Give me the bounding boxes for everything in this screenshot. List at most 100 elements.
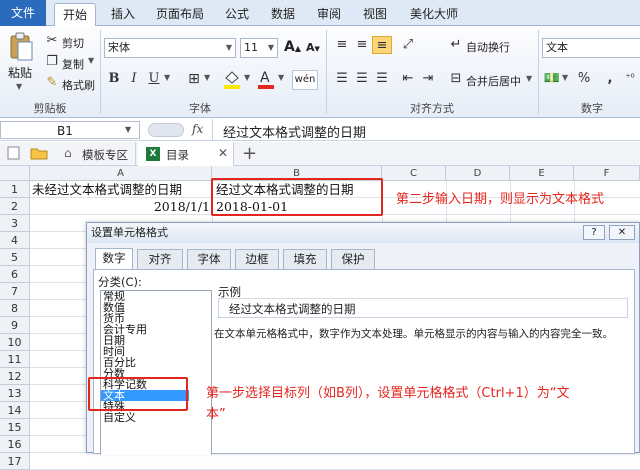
tab-beautify[interactable]: 美化大师 <box>402 3 466 26</box>
font-name-select[interactable]: 宋体 ▼ <box>104 38 236 58</box>
dialog-title-bar[interactable]: 设置单元格格式 <box>87 223 639 243</box>
align-left-icon[interactable]: ☰ <box>332 70 352 88</box>
tab-review[interactable]: 审阅 <box>310 3 348 26</box>
tab-template-zone[interactable]: ⌂ 模板专区 <box>56 142 136 166</box>
italic-button[interactable]: I <box>124 70 144 88</box>
merge-center-button[interactable]: 合并后居中 <box>466 73 521 89</box>
align-right-icon[interactable]: ☰ <box>372 70 392 88</box>
help-button[interactable]: ? <box>583 225 605 240</box>
currency-icon[interactable]: 💵 <box>542 70 562 88</box>
category-item[interactable]: 日期 <box>101 335 189 346</box>
percent-button[interactable]: % <box>574 70 594 88</box>
tab-view[interactable]: 视图 <box>356 3 394 26</box>
name-box[interactable]: B1 ▼ <box>0 121 140 139</box>
category-item[interactable]: 货币 <box>101 313 189 324</box>
dialog-tab-number[interactable]: 数字 <box>95 248 133 269</box>
phonetic-button[interactable]: wén <box>292 70 318 90</box>
row-header[interactable]: 2 <box>0 198 30 215</box>
tab-workbook[interactable]: X 目录 ✕ <box>138 142 234 166</box>
increase-indent-icon[interactable]: ⇥ <box>418 70 438 88</box>
cell-a1[interactable]: 未经过文本格式调整的日期 <box>32 181 182 198</box>
cut-icon[interactable]: ✂ <box>42 32 62 50</box>
cell-a2[interactable]: 2018/1/1 <box>32 198 210 215</box>
row-header[interactable]: 10 <box>0 334 30 351</box>
close-icon[interactable]: ✕ <box>218 146 228 160</box>
copy-dropdown-icon[interactable]: ▼ <box>88 56 94 65</box>
border-icon[interactable]: ⊞ <box>184 70 204 88</box>
paste-button[interactable]: 粘贴 <box>8 64 32 81</box>
category-item[interactable]: 时间 <box>101 346 189 357</box>
font-size-select[interactable]: 11 ▼ <box>240 38 278 58</box>
row-header[interactable]: 17 <box>0 453 30 470</box>
align-middle-icon[interactable]: ≡ <box>352 36 372 54</box>
category-item[interactable]: 数值 <box>101 302 189 313</box>
tab-page-layout[interactable]: 页面布局 <box>148 3 212 26</box>
format-painter-button[interactable]: 格式刷 <box>62 77 95 93</box>
row-header[interactable]: 11 <box>0 351 30 368</box>
select-all-corner[interactable] <box>0 166 30 181</box>
tab-formulas[interactable]: 公式 <box>218 3 256 26</box>
row-header[interactable]: 14 <box>0 402 30 419</box>
row-header[interactable]: 13 <box>0 385 30 402</box>
increase-decimal-icon[interactable]: ⁺⁰ <box>620 70 640 88</box>
grow-font-button[interactable]: A▲ <box>284 39 301 55</box>
category-list[interactable]: 常规 数值 货币 会计专用 日期 时间 百分比 分数 科学记数 文本 特殊 自定义 <box>100 290 212 455</box>
row-header[interactable]: 16 <box>0 436 30 453</box>
column-header-a[interactable]: A <box>30 166 212 181</box>
font-color-icon[interactable]: A <box>256 68 276 90</box>
paste-dropdown-icon[interactable]: ▼ <box>16 82 22 91</box>
column-header-c[interactable]: C <box>382 166 446 181</box>
category-item[interactable]: 自定义 <box>101 412 189 423</box>
tab-home[interactable]: 开始 <box>54 3 96 26</box>
currency-dropdown-icon[interactable]: ▼ <box>562 73 568 82</box>
close-button[interactable]: ✕ <box>609 225 635 240</box>
border-dropdown-icon[interactable]: ▼ <box>204 73 210 82</box>
decrease-indent-icon[interactable]: ⇤ <box>398 70 418 88</box>
align-center-icon[interactable]: ☰ <box>352 70 372 88</box>
row-header[interactable]: 9 <box>0 317 30 334</box>
number-format-select[interactable]: 文本 <box>542 38 640 58</box>
category-item[interactable]: 会计专用 <box>101 324 189 335</box>
cut-button[interactable]: 剪切 <box>62 35 84 51</box>
dialog-tab-fill[interactable]: 填充 <box>283 249 327 269</box>
formula-bar-splitter[interactable] <box>148 123 184 137</box>
row-header[interactable]: 5 <box>0 249 30 266</box>
category-item[interactable]: 常规 <box>101 291 189 302</box>
copy-icon[interactable]: ❐ <box>42 53 62 71</box>
row-header[interactable]: 12 <box>0 368 30 385</box>
add-tab-button[interactable]: + <box>242 143 257 164</box>
column-header-f[interactable]: F <box>574 166 640 181</box>
tab-insert[interactable]: 插入 <box>104 3 142 26</box>
bold-button[interactable]: B <box>104 70 124 88</box>
fill-color-icon[interactable] <box>222 68 242 90</box>
category-item[interactable]: 百分比 <box>101 357 189 368</box>
align-top-icon[interactable]: ≡ <box>332 36 352 54</box>
wrap-text-button[interactable]: 自动换行 <box>466 39 510 55</box>
tab-file[interactable]: 文件 <box>0 0 46 26</box>
tab-data[interactable]: 数据 <box>264 3 302 26</box>
font-color-dropdown-icon[interactable]: ▼ <box>278 73 284 82</box>
orientation-icon[interactable]: ⤢ <box>398 36 418 54</box>
comma-button[interactable]: , <box>600 70 620 88</box>
row-header[interactable]: 3 <box>0 215 30 232</box>
dialog-tab-protection[interactable]: 保护 <box>331 249 375 269</box>
align-bottom-icon[interactable]: ≡ <box>372 36 392 54</box>
dialog-tab-font[interactable]: 字体 <box>187 249 231 269</box>
folder-icon[interactable] <box>30 146 48 160</box>
row-header[interactable]: 8 <box>0 300 30 317</box>
row-header[interactable]: 1 <box>0 181 30 198</box>
merge-dropdown-icon[interactable]: ▼ <box>526 74 532 83</box>
row-header[interactable]: 7 <box>0 283 30 300</box>
document-icon[interactable] <box>6 146 22 160</box>
column-header-d[interactable]: D <box>446 166 510 181</box>
format-painter-icon[interactable]: ✎ <box>42 74 62 92</box>
underline-button[interactable]: U <box>144 70 164 88</box>
shrink-font-button[interactable]: A▼ <box>306 41 320 54</box>
row-header[interactable]: 4 <box>0 232 30 249</box>
copy-button[interactable]: 复制 <box>62 56 84 72</box>
wrap-text-icon[interactable]: ↵ <box>446 36 466 54</box>
fx-button[interactable]: fx <box>192 122 203 136</box>
dialog-tab-alignment[interactable]: 对齐 <box>137 249 183 269</box>
merge-center-icon[interactable]: ⊟ <box>446 70 466 88</box>
row-header[interactable]: 15 <box>0 419 30 436</box>
